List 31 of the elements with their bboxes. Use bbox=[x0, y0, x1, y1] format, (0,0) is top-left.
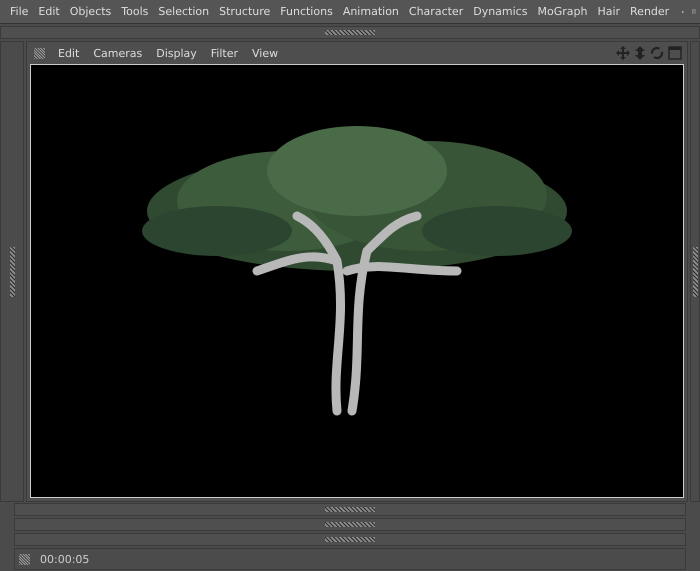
panel-grip-icon[interactable] bbox=[34, 48, 45, 58]
grip-icon[interactable] bbox=[325, 522, 375, 527]
viewport-menu-item[interactable]: Filter bbox=[206, 46, 244, 60]
viewport-menu-item[interactable]: View bbox=[247, 46, 284, 60]
viewport-menu-item[interactable]: Display bbox=[151, 46, 202, 60]
grip-icon[interactable] bbox=[325, 30, 375, 35]
grip-icon[interactable] bbox=[325, 507, 375, 512]
viewport-menu-item[interactable]: Cameras bbox=[88, 46, 148, 60]
grip-icon[interactable] bbox=[325, 537, 375, 542]
menu-item[interactable]: Functions bbox=[275, 5, 338, 18]
vertical-arrows-icon[interactable] bbox=[634, 46, 646, 60]
menu-item[interactable]: Edit bbox=[33, 5, 65, 18]
time-readout: 00:00:05 bbox=[40, 552, 90, 566]
menu-item[interactable]: MoGraph bbox=[532, 5, 592, 18]
menu-item[interactable]: Animation bbox=[338, 5, 404, 18]
menu-item[interactable]: Character bbox=[404, 5, 468, 18]
grip-icon[interactable] bbox=[692, 246, 698, 296]
move-icon[interactable] bbox=[616, 46, 630, 60]
menu-item[interactable]: Structure bbox=[214, 5, 276, 18]
menu-item[interactable]: Tools bbox=[116, 5, 154, 18]
grip-icon[interactable] bbox=[10, 246, 14, 296]
menu-item[interactable]: File bbox=[5, 5, 34, 18]
viewport-menu-item[interactable]: Edit bbox=[53, 46, 84, 60]
menu-item[interactable]: Objects bbox=[64, 5, 116, 18]
menu-item[interactable]: Render bbox=[625, 5, 674, 18]
menu-item[interactable]: Selection bbox=[153, 5, 214, 18]
menu-item[interactable]: Dynamics bbox=[468, 5, 532, 18]
rotate-icon[interactable] bbox=[650, 46, 664, 60]
menu-item[interactable]: Hair bbox=[592, 5, 626, 18]
panel-grip-icon[interactable] bbox=[19, 554, 30, 564]
maximize-icon[interactable] bbox=[668, 46, 682, 60]
